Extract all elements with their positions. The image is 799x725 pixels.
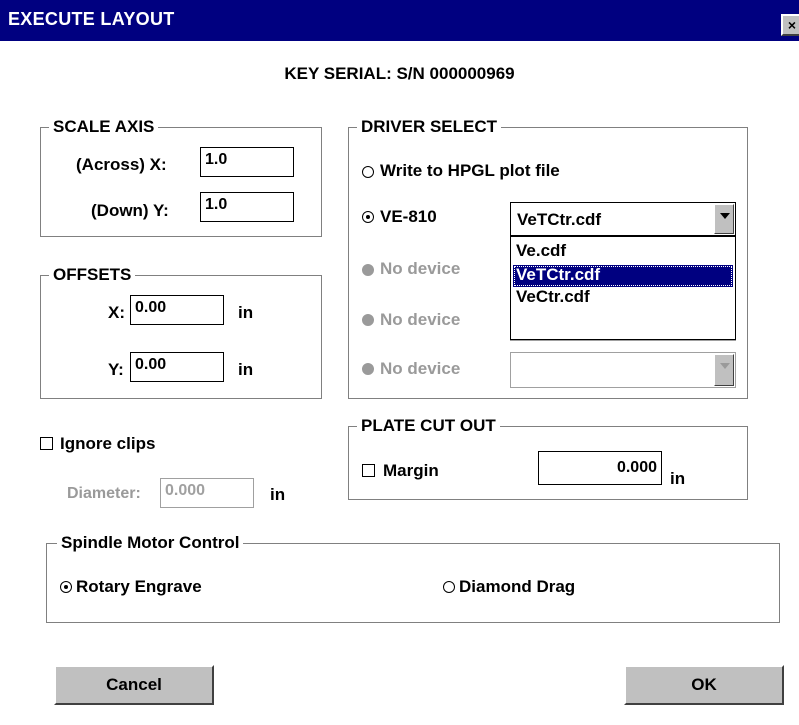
radio-diamond-drag[interactable]: [443, 581, 455, 593]
margin-label: Margin: [383, 461, 439, 480]
ignore-clips-label: Ignore clips: [60, 434, 156, 453]
offset-x-input[interactable]: 0.00: [130, 295, 224, 325]
scale-axis-legend: SCALE AXIS: [49, 117, 159, 137]
margin-input[interactable]: 0.000: [538, 451, 662, 485]
no-device-label-2: No device: [380, 310, 461, 329]
spindle-motor-legend: Spindle Motor Control: [57, 533, 244, 553]
scale-y-label: (Down) Y:: [91, 201, 169, 220]
driver-select-legend: DRIVER SELECT: [357, 117, 502, 137]
diameter-label: Diameter:: [67, 485, 141, 502]
ignore-clips-checkbox[interactable]: [40, 437, 53, 450]
key-serial: KEY SERIAL: S/N 000000969: [284, 64, 515, 83]
close-icon: ×: [787, 17, 797, 33]
ve810-combo-value: VeTCtr.cdf: [517, 210, 602, 229]
radio-ve810[interactable]: [362, 211, 374, 223]
offset-y-input[interactable]: 0.00: [130, 352, 224, 382]
window-title: EXECUTE LAYOUT: [8, 9, 175, 29]
radio-no-device-3: [362, 363, 374, 375]
diameter-unit: in: [270, 485, 286, 504]
no-device-label-3: No device: [380, 359, 461, 378]
driver-dropdown-list: Ve.cdf VeTCtr.cdf VeCtr.cdf: [510, 236, 736, 340]
radio-no-device-2: [362, 314, 374, 326]
diameter-input: 0.000: [160, 478, 254, 508]
offset-y-unit: in: [238, 360, 254, 379]
no-device-label-1: No device: [380, 259, 461, 278]
no-device-combo-3: [510, 352, 736, 388]
close-button[interactable]: ×: [781, 14, 799, 36]
ok-button[interactable]: OK: [624, 665, 784, 705]
radio-write-hpgl[interactable]: [362, 166, 374, 178]
ve810-label: VE-810: [380, 207, 437, 226]
chevron-down-icon: [714, 354, 734, 386]
scale-y-input[interactable]: 1.0: [200, 192, 294, 222]
offset-x-unit: in: [238, 303, 254, 322]
dropdown-option[interactable]: Ve.cdf: [513, 241, 733, 263]
chevron-down-icon[interactable]: [714, 204, 734, 234]
margin-checkbox[interactable]: [362, 464, 375, 477]
dropdown-option[interactable]: VeCtr.cdf: [513, 287, 733, 309]
offset-x-label: X:: [108, 303, 125, 322]
radio-no-device-1: [362, 264, 374, 276]
radio-rotary-engrave[interactable]: [60, 581, 72, 593]
offset-y-label: Y:: [108, 360, 124, 379]
plate-cut-out-legend: PLATE CUT OUT: [357, 416, 500, 436]
offsets-legend: OFFSETS: [49, 265, 136, 285]
scale-x-input[interactable]: 1.0: [200, 147, 294, 177]
rotary-engrave-label: Rotary Engrave: [76, 577, 202, 596]
ve810-driver-combo[interactable]: VeTCtr.cdf: [510, 202, 736, 236]
dropdown-option-selected[interactable]: VeTCtr.cdf: [513, 265, 733, 287]
write-hpgl-label: Write to HPGL plot file: [380, 161, 560, 180]
diamond-drag-label: Diamond Drag: [459, 577, 576, 596]
scale-x-label: (Across) X:: [76, 155, 167, 174]
margin-unit: in: [670, 469, 686, 488]
cancel-button[interactable]: Cancel: [54, 665, 214, 705]
